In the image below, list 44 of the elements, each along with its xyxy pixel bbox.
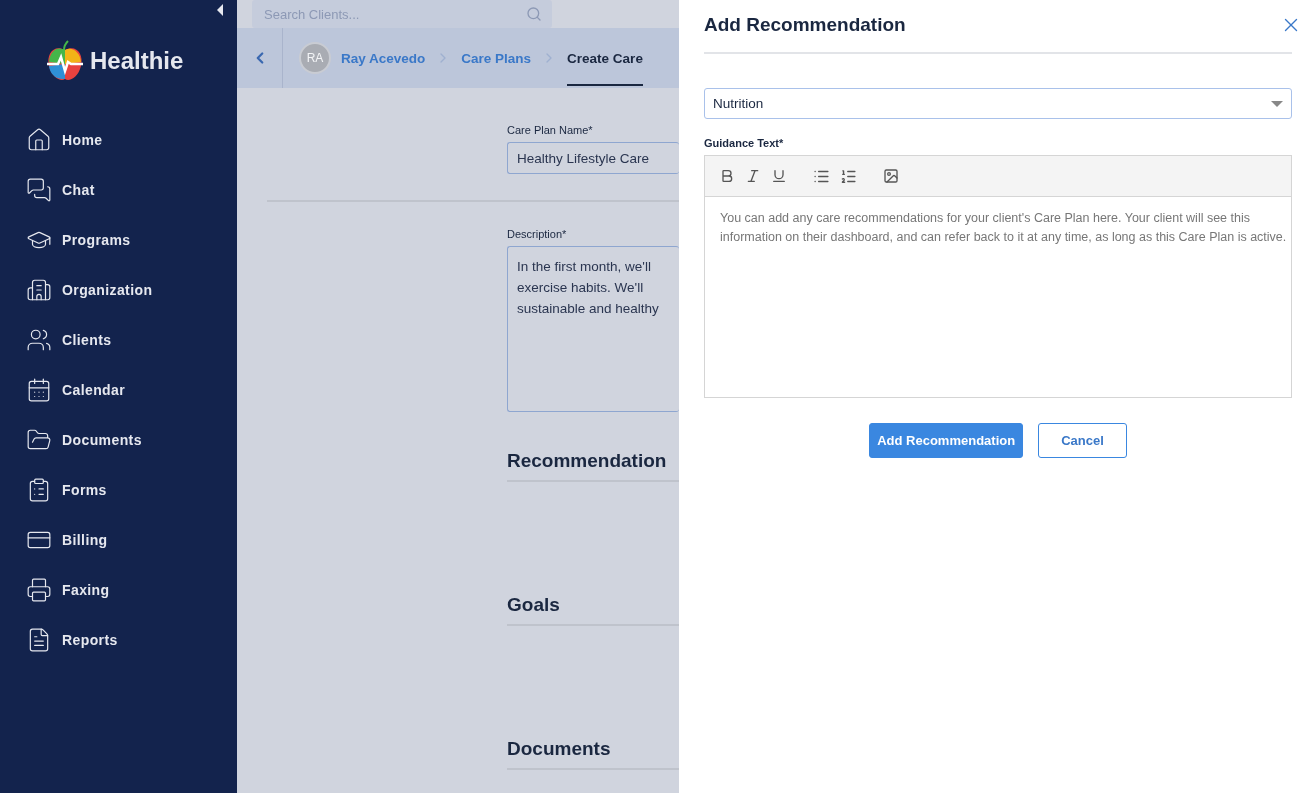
avatar: RA <box>299 42 331 74</box>
nav-item[interactable]: Faxing <box>0 565 237 615</box>
nav-item[interactable]: Documents <box>0 415 237 465</box>
people-icon <box>26 327 52 353</box>
search-input[interactable]: Search Clients... <box>262 5 526 23</box>
nav-item[interactable]: Billing <box>0 515 237 565</box>
field-label: Care Plan Name* <box>507 124 594 136</box>
brand-name: Healthie <box>90 47 184 75</box>
search-field[interactable]: Search Clients... <box>252 0 552 28</box>
name-input-field[interactable]: Healthy Lifestyle Care <box>507 142 679 174</box>
italic-icon <box>745 168 761 184</box>
nav-item[interactable]: Programs <box>0 215 237 265</box>
cancel-button[interactable]: Cancel <box>1038 423 1127 458</box>
field-label: Description* <box>507 228 568 240</box>
bold-button[interactable] <box>719 168 735 184</box>
house-icon <box>26 127 52 153</box>
underline-icon <box>771 168 787 184</box>
numbered-list-button[interactable] <box>840 167 857 185</box>
search-icon <box>526 6 542 22</box>
breadcrumb-link[interactable]: Create Care <box>567 30 643 86</box>
numbered-list-icon <box>840 167 857 185</box>
nav-item[interactable]: Home <box>0 115 237 165</box>
panel-title: Add Recommendation <box>704 14 906 36</box>
printer-icon <box>26 577 52 603</box>
underline-button[interactable] <box>771 168 787 184</box>
nav-item[interactable]: Organization <box>0 265 237 315</box>
buildings-icon <box>26 277 52 303</box>
field-label: Guidance Text* <box>704 137 785 149</box>
italic-button[interactable] <box>745 168 761 184</box>
category-dropdown[interactable]: Nutrition <box>704 88 1292 119</box>
bold-icon <box>719 168 735 184</box>
calendar-icon <box>26 377 52 403</box>
apple-logo-icon <box>46 40 84 82</box>
add-button[interactable]: Add Recommendation <box>869 423 1024 458</box>
image-button[interactable] <box>883 168 899 184</box>
caret-icon <box>1271 100 1283 107</box>
chat-bubbles-icon <box>26 177 52 203</box>
nav-item[interactable]: Calendar <box>0 365 237 415</box>
image-icon <box>883 168 899 184</box>
nav-item[interactable]: Reports <box>0 615 237 665</box>
nav-item[interactable]: Clients <box>0 315 237 365</box>
nav-item[interactable]: Forms <box>0 465 237 515</box>
collapse-sidebar-button[interactable] <box>217 4 223 16</box>
nav-item[interactable]: Chat <box>0 165 237 215</box>
